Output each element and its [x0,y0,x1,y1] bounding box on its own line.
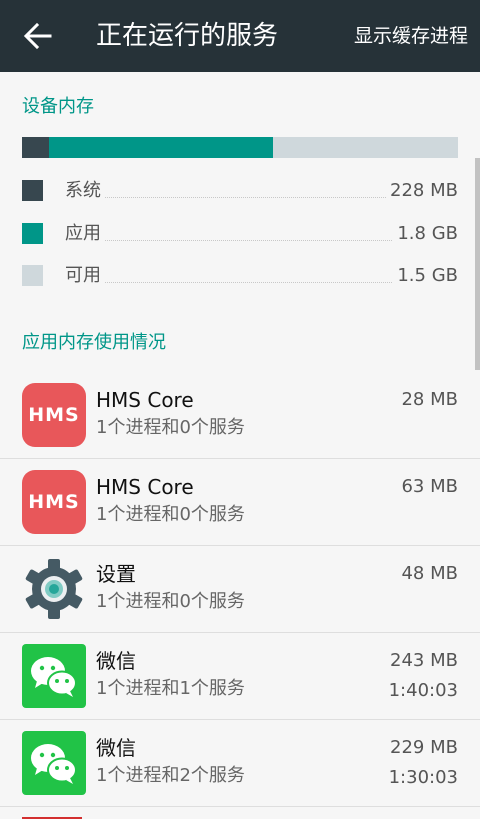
app-process-detail: 1个进程和1个服务 [96,678,245,699]
list-item[interactable]: 微信 1个进程和1个服务 243 MB 1:40:03 [0,633,480,720]
memory-bar-apps-segment [49,137,273,158]
content-area: 设备内存 系统 228 MB 应用 1.8 GB 可用 1.5 GB 应用内存使… [0,72,480,819]
hms-core-icon: HMS [22,470,86,534]
legend-free: 可用 1.5 GB [22,261,458,291]
system-swatch [22,180,43,201]
app-memory: 243 MB [390,650,458,671]
list-item[interactable]: 设置 1个进程和0个服务 48 MB [0,546,480,633]
app-name: 微信 [96,649,136,673]
app-running-time: 1:40:03 [388,680,458,701]
list-item[interactable]: HMS HMS Core 1个进程和0个服务 63 MB [0,459,480,546]
list-item[interactable]: HMS HMS Core 1个进程和0个服务 28 MB [0,372,480,459]
app-bar: 正在运行的服务 显示缓存进程 [0,0,480,72]
app-running-time: 1:30:03 [388,767,458,788]
leader-dots [82,197,398,198]
app-memory: 48 MB [401,563,458,584]
app-process-detail: 1个进程和0个服务 [96,417,245,438]
apps-swatch [22,223,43,244]
app-memory: 229 MB [390,737,458,758]
memory-usage-bar [22,137,458,158]
wechat-icon [22,731,86,795]
show-cached-processes-button[interactable]: 显示缓存进程 [354,22,468,50]
wechat-icon [22,644,86,708]
device-memory-heading: 设备内存 [22,96,94,117]
legend-free-label: 可用 [65,261,105,291]
app-process-detail: 1个进程和2个服务 [96,765,245,786]
legend-apps: 应用 1.8 GB [22,219,458,249]
leader-dots [82,282,398,283]
app-name: 微信 [96,736,136,760]
app-name: HMS Core [96,475,194,499]
list-item[interactable]: 微信 1个进程和2个服务 229 MB 1:30:03 [0,720,480,807]
app-process-detail: 1个进程和0个服务 [96,504,245,525]
settings-gear-icon [25,559,83,619]
back-arrow-icon[interactable] [22,22,52,50]
leader-dots [82,240,398,241]
hms-core-icon: HMS [22,383,86,447]
legend-apps-label: 应用 [65,219,105,249]
page-title: 正在运行的服务 [96,21,279,51]
legend-apps-value: 1.8 GB [393,219,458,249]
free-swatch [22,265,43,286]
app-name: HMS Core [96,388,194,412]
app-process-detail: 1个进程和0个服务 [96,591,245,612]
legend-system: 系统 228 MB [22,176,458,206]
legend-system-label: 系统 [65,176,105,206]
running-apps-list: HMS HMS Core 1个进程和0个服务 28 MB HMS HMS Cor… [0,372,480,807]
app-memory-usage-heading: 应用内存使用情况 [22,332,166,353]
app-memory: 28 MB [401,389,458,410]
memory-bar-system-segment [22,137,49,158]
app-name: 设置 [96,562,136,586]
legend-system-value: 228 MB [386,176,458,206]
legend-free-value: 1.5 GB [393,261,458,291]
scrollbar[interactable] [475,158,480,370]
app-memory: 63 MB [401,476,458,497]
